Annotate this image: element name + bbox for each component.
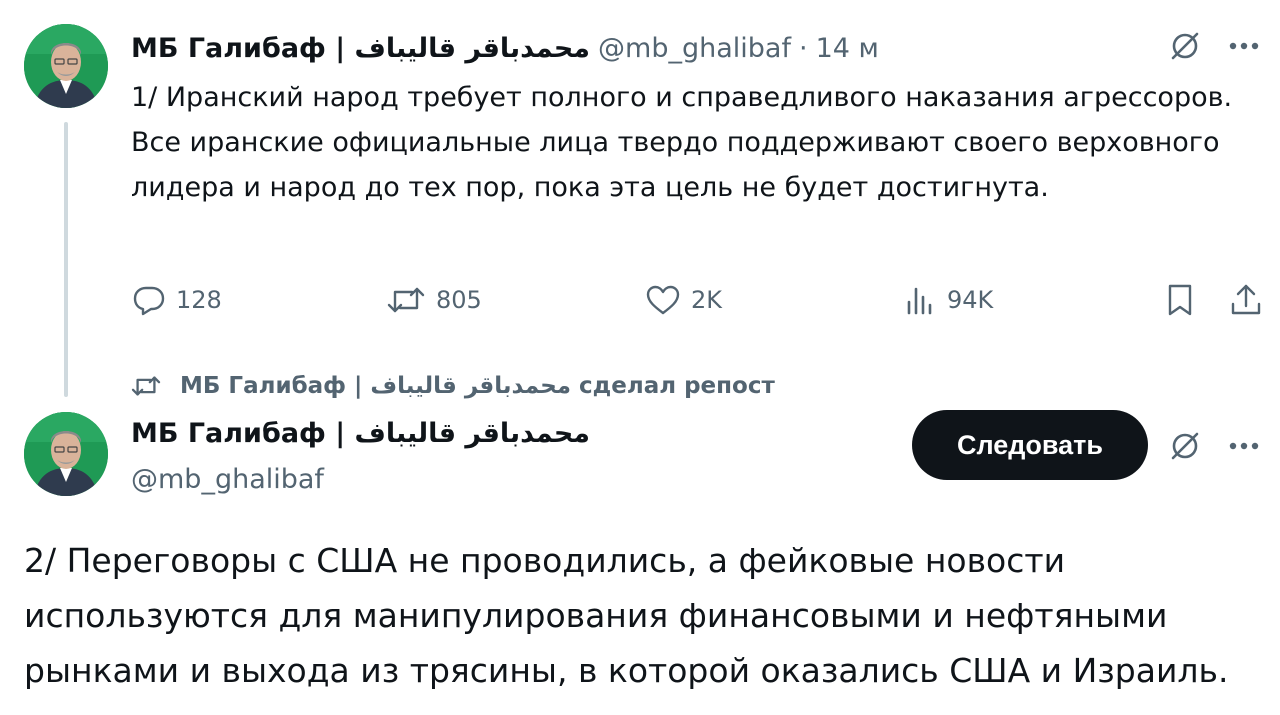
tweet-text: 2/ Переговоры с США не проводились, а фе… (24, 541, 1229, 690)
repost-icon (131, 376, 161, 396)
repost-count: 805 (436, 286, 482, 314)
author-handle[interactable]: @mb_ghalibaf (598, 33, 791, 64)
author-name[interactable]: МБ Галибаф | محمدباقر قالیباف (131, 33, 590, 64)
share-button[interactable] (1226, 280, 1266, 320)
avatar[interactable] (24, 24, 108, 108)
views-button[interactable]: 94K (903, 280, 993, 320)
tweet-text: 1/ Иранский народ требует полного и спра… (131, 82, 1233, 203)
reply-icon (133, 286, 165, 316)
avatar-photo (24, 24, 108, 108)
author-name[interactable]: МБ Галибаф | محمدباقر قالیباف (131, 414, 590, 454)
heart-icon (646, 285, 680, 315)
views-count: 94K (947, 286, 994, 314)
author-handle[interactable]: @mb_ghalibaf (131, 460, 324, 500)
repost-button[interactable]: 805 (386, 280, 482, 320)
share-icon (1231, 284, 1261, 315)
grok-icon[interactable] (1163, 26, 1207, 66)
thread-line (64, 122, 68, 397)
bookmark-button[interactable] (1160, 280, 1200, 320)
grok-icon[interactable] (1163, 426, 1207, 466)
timestamp[interactable]: 14 м (816, 33, 879, 64)
avatar[interactable] (24, 412, 108, 496)
repost-banner: МБ Галибаф | محمدباقر قالیباف сделал реп… (130, 366, 775, 406)
repost-banner-text[interactable]: МБ Галибаф | محمدباقر قالیباف сделал реп… (180, 373, 775, 399)
bookmark-icon (1168, 284, 1192, 316)
like-count: 2K (691, 286, 723, 314)
follow-button[interactable]: Следовать (912, 410, 1148, 480)
reply-button[interactable]: 128 (132, 280, 222, 320)
tweet-header: МБ Галибаф | محمدباقر قالیباف @mb_ghalib… (131, 28, 879, 68)
views-icon (907, 287, 932, 315)
more-icon[interactable] (1222, 26, 1266, 66)
reply-count: 128 (176, 286, 222, 314)
avatar-photo (24, 412, 108, 496)
repost-icon (387, 287, 425, 313)
like-button[interactable]: 2K (645, 280, 722, 320)
separator: · (798, 32, 808, 64)
more-icon[interactable] (1222, 426, 1266, 466)
